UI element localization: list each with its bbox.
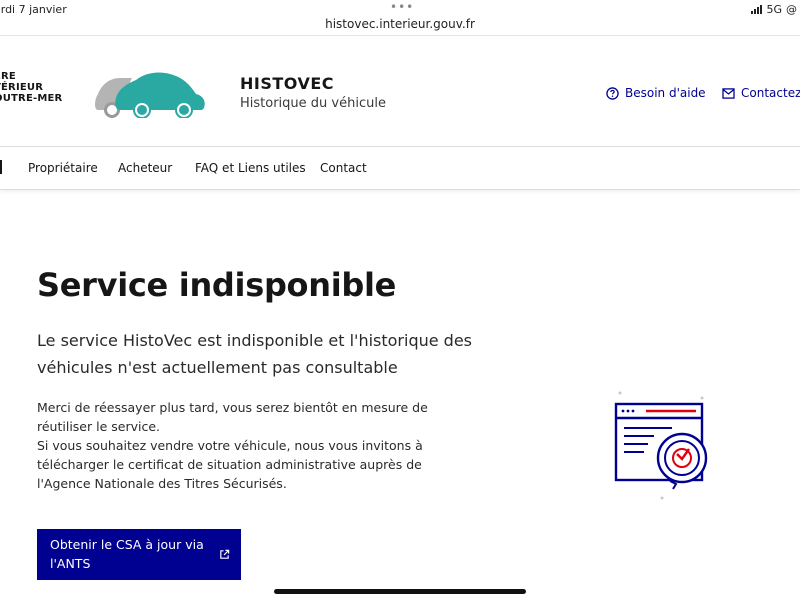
network-label: 5G	[766, 3, 782, 16]
nav-item-acheteur[interactable]: Acheteur	[118, 161, 172, 175]
site-title[interactable]: HISTOVEC	[240, 74, 334, 93]
site-tagline: Historique du véhicule	[240, 96, 386, 111]
status-indicators: 5G @ 8	[751, 3, 800, 16]
ministry-line: ÈRE	[0, 71, 16, 82]
contact-link-label: Contactez-	[741, 86, 800, 100]
help-link-label: Besoin d'aide	[625, 86, 706, 100]
contact-link[interactable]: Contactez-	[722, 86, 800, 100]
tab-options-icon[interactable]: •••	[390, 0, 414, 14]
nav-item-home-partial[interactable]	[0, 160, 2, 174]
maintenance-illustration	[614, 391, 708, 500]
external-link-icon	[220, 549, 230, 559]
status-bar: ardi 7 janvier ••• histovec.interieur.go…	[0, 0, 800, 36]
csa-ants-button[interactable]: Obtenir le CSA à jour via l'ANTS	[37, 529, 241, 580]
address-bar-url[interactable]: histovec.interieur.gouv.fr	[0, 17, 800, 31]
ministry-logo[interactable]: ÈRE TÉRIEUR OUTRE-MER	[0, 71, 62, 104]
mail-icon	[722, 87, 735, 99]
csa-message: Si vous souhaitez vendre votre véhicule,…	[37, 438, 423, 491]
status-date: ardi 7 janvier	[0, 3, 67, 16]
rotation-lock-icon: @	[786, 3, 797, 16]
page-title: Service indisponible	[37, 266, 397, 304]
home-indicator[interactable]	[274, 589, 526, 594]
csa-ants-button-label: Obtenir le CSA à jour via l'ANTS	[50, 537, 204, 571]
nav-item-contact[interactable]: Contact	[320, 161, 367, 175]
question-circle-icon	[606, 86, 619, 100]
main-navigation: Propriétaire Acheteur FAQ et Liens utile…	[0, 146, 800, 190]
retry-message: Merci de réessayer plus tard, vous serez…	[37, 400, 428, 434]
ministry-line: OUTRE-MER	[0, 93, 63, 104]
nav-item-proprietaire[interactable]: Propriétaire	[28, 161, 98, 175]
ministry-line: TÉRIEUR	[0, 82, 44, 93]
histovec-car-logo[interactable]	[92, 66, 212, 122]
signal-icon	[751, 5, 763, 14]
nav-item-faq[interactable]: FAQ et Liens utiles	[195, 161, 306, 175]
site-header: ÈRE TÉRIEUR OUTRE-MER HISTOVEC Historiqu…	[0, 36, 800, 146]
body-text: Merci de réessayer plus tard, vous serez…	[37, 398, 437, 493]
help-link[interactable]: Besoin d'aide	[606, 86, 706, 100]
lead-text: Le service HistoVec est indisponible et …	[37, 331, 473, 377]
